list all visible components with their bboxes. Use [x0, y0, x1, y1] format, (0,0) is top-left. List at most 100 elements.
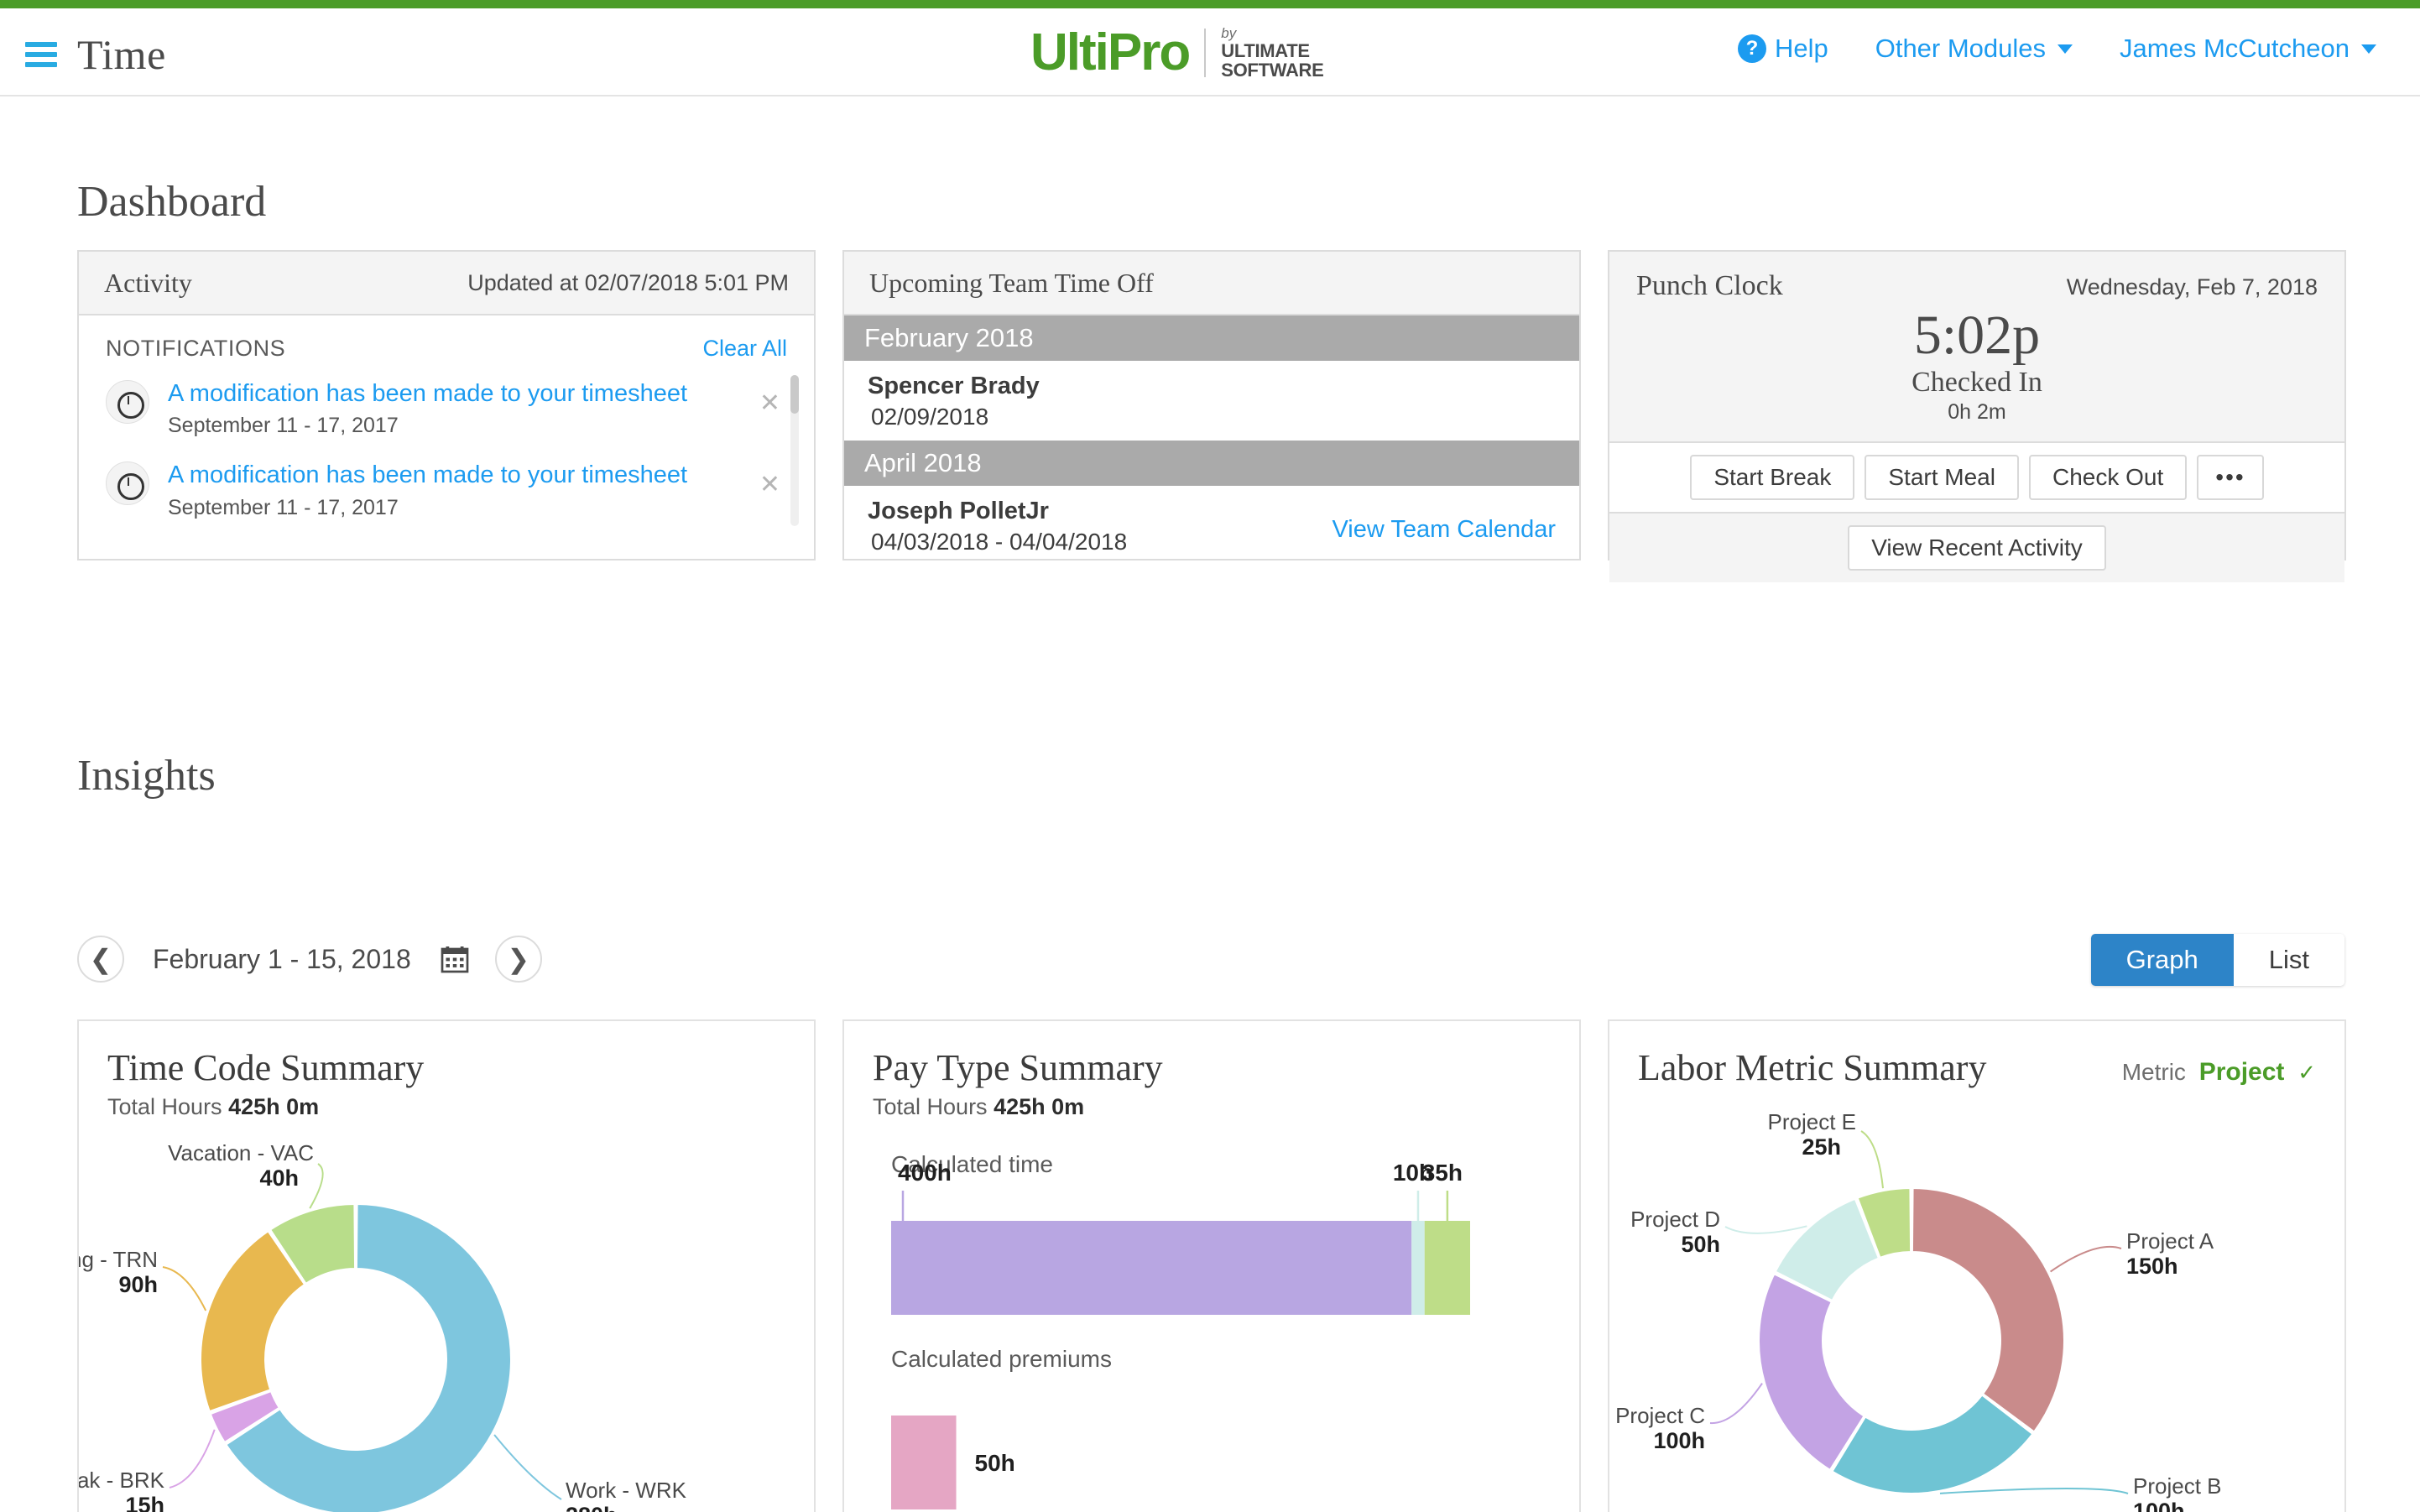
list-item[interactable]: A modification has been made to your tim…	[106, 370, 787, 451]
insights-title: Insights	[77, 751, 216, 800]
notification-scrollbar-thumb[interactable]	[790, 375, 799, 414]
bar-segment-value: 35h	[1422, 1160, 1463, 1186]
start-break-button[interactable]: Start Break	[1690, 455, 1854, 500]
punch-clock-time: 5:02p	[1636, 305, 2318, 367]
chart-title: Labor Metric Summary	[1609, 1021, 1986, 1089]
activity-card-header: Activity Updated at 02/07/2018 5:01 PM	[79, 252, 814, 315]
tab-graph[interactable]: Graph	[2091, 934, 2234, 986]
logo-company-line2: SOFTWARE	[1221, 60, 1323, 80]
pie-slice[interactable]	[1912, 1188, 2064, 1431]
time-off-title: Upcoming Team Time Off	[869, 268, 1154, 299]
pie-slice-value: 50h	[1681, 1232, 1720, 1257]
time-code-summary-card: Time Code Summary Total Hours 425h 0m Wo…	[77, 1019, 816, 1512]
pay-type-bar-chart[interactable]: Calculated time400h10h35hCalculated prem…	[844, 1120, 1579, 1512]
chart-subtitle: Total Hours 425h 0m	[844, 1089, 1579, 1120]
pie-slice-label: Work - WRK	[566, 1478, 687, 1503]
pie-slice-value: 280h	[566, 1503, 618, 1512]
app-header: Time UltiPro by ULTIMATE SOFTWARE ? Help…	[0, 8, 2420, 96]
logo-wordmark: UltiPro	[1030, 27, 1189, 79]
punch-clock-actions: Start Break Start Meal Check Out •••	[1609, 441, 2344, 512]
total-hours-label: Total Hours	[107, 1094, 222, 1119]
punch-clock-elapsed: 0h 2m	[1636, 400, 2318, 425]
total-hours-value: 425h 0m	[994, 1094, 1084, 1119]
view-recent-activity-button[interactable]: View Recent Activity	[1848, 525, 2106, 571]
pie-leader-line	[1725, 1226, 1807, 1233]
pie-slice-value: 150h	[2126, 1254, 2178, 1279]
chevron-left-icon[interactable]: ❮	[77, 936, 124, 983]
close-icon[interactable]: ✕	[753, 470, 787, 499]
pie-leader-line	[170, 1430, 215, 1488]
app-title: Time	[77, 30, 166, 79]
notification-date: September 11 - 17, 2017	[168, 496, 734, 520]
chart-title: Time Code Summary	[79, 1021, 814, 1089]
ultipro-logo: UltiPro by ULTIMATE SOFTWARE	[1030, 18, 1324, 87]
notification-list: A modification has been made to your tim…	[79, 370, 814, 534]
punch-clock-title: Punch Clock	[1636, 270, 1783, 302]
more-options-button[interactable]: •••	[2197, 455, 2263, 500]
notification-date: September 11 - 17, 2017	[168, 414, 734, 438]
total-hours-value: 425h 0m	[228, 1094, 319, 1119]
pie-slice[interactable]	[1759, 1274, 1864, 1470]
month-group-header: April 2018	[844, 441, 1579, 486]
view-team-calendar-link[interactable]: View Team Calendar	[1332, 516, 1556, 544]
user-menu[interactable]: James McCutcheon	[2120, 34, 2376, 64]
brand-accent-bar	[0, 0, 2420, 8]
chart-subtitle: Total Hours 425h 0m	[79, 1089, 814, 1120]
labor-metric-summary-card: Labor Metric Summary Metric Project ✓ Pr…	[1608, 1019, 2346, 1512]
pie-slice-value: 40h	[259, 1165, 299, 1191]
header-nav: ? Help Other Modules James McCutcheon	[1738, 34, 2376, 64]
notifications-bar: NOTIFICATIONS Clear All	[79, 315, 814, 370]
pie-leader-line	[1940, 1489, 2128, 1494]
pie-leader-line	[494, 1435, 561, 1499]
check-out-button[interactable]: Check Out	[2029, 455, 2187, 500]
notification-title[interactable]: A modification has been made to your tim…	[168, 378, 734, 409]
pay-type-summary-card: Pay Type Summary Total Hours 425h 0m Cal…	[842, 1019, 1581, 1512]
pie-leader-line	[2051, 1247, 2121, 1272]
help-link[interactable]: ? Help	[1738, 34, 1828, 64]
pie-slice[interactable]	[1833, 1395, 2033, 1494]
logo-company-line1: ULTIMATE	[1221, 41, 1323, 60]
page-title: Dashboard	[77, 177, 266, 227]
pie-slice-value: 100h	[1653, 1428, 1705, 1453]
bar-segment[interactable]	[1425, 1221, 1470, 1315]
chevron-right-icon[interactable]: ❯	[495, 936, 542, 983]
upcoming-team-time-off-card: Upcoming Team Time Off February 2018 Spe…	[842, 250, 1581, 560]
pie-slice-value: 15h	[125, 1493, 164, 1512]
hamburger-icon[interactable]	[25, 42, 57, 67]
tab-list[interactable]: List	[2234, 934, 2344, 986]
chart-title: Pay Type Summary	[844, 1021, 1579, 1089]
list-item[interactable]: A modification has been made to your tim…	[106, 451, 787, 533]
punch-clock-display: Punch Clock Wednesday, Feb 7, 2018 5:02p…	[1609, 252, 2344, 441]
notification-title[interactable]: A modification has been made to your tim…	[168, 460, 734, 490]
logo-divider	[1204, 29, 1206, 77]
user-name-label: James McCutcheon	[2120, 34, 2350, 64]
metric-dropdown[interactable]: Metric Project ✓	[2122, 1021, 2316, 1087]
start-meal-button[interactable]: Start Meal	[1865, 455, 2019, 500]
clear-all-button[interactable]: Clear All	[702, 336, 787, 362]
pie-slice-value: 90h	[118, 1272, 158, 1297]
close-icon[interactable]: ✕	[753, 388, 787, 418]
calendar-icon[interactable]	[440, 944, 470, 974]
chevron-down-icon: ✓	[2297, 1060, 2316, 1085]
bar-segment[interactable]	[891, 1416, 957, 1509]
insights-date-range: February 1 - 15, 2018	[153, 944, 411, 975]
time-code-donut-chart[interactable]: Work - WRK280hBreak - BRK15hTraining - T…	[79, 1120, 814, 1512]
other-modules-menu[interactable]: Other Modules	[1875, 34, 2073, 64]
month-group-header: February 2018	[844, 315, 1579, 361]
help-label: Help	[1775, 34, 1828, 64]
metric-label: Metric	[2122, 1059, 2186, 1085]
punch-clock-status: Checked In	[1636, 367, 2318, 399]
clock-icon	[106, 380, 149, 424]
insights-date-nav: ❮ February 1 - 15, 2018 ❯	[77, 936, 542, 983]
labor-metric-donut-chart[interactable]: Project A150hProject B100hProject C100hP…	[1609, 1089, 2344, 1512]
notifications-label: NOTIFICATIONS	[106, 336, 285, 362]
list-item[interactable]: Spencer Brady 02/09/2018	[844, 361, 1579, 441]
pie-slice-label: Project D	[1630, 1207, 1720, 1232]
pie-slice-value: 25h	[1802, 1134, 1841, 1160]
bar-segment[interactable]	[1411, 1221, 1425, 1315]
punch-clock-footer: View Recent Activity	[1609, 512, 2344, 582]
pie-slice-label: Project E	[1768, 1109, 1857, 1134]
other-modules-label: Other Modules	[1875, 34, 2046, 64]
bar-segment[interactable]	[891, 1221, 1411, 1315]
bar-segment-value: 400h	[898, 1160, 952, 1186]
